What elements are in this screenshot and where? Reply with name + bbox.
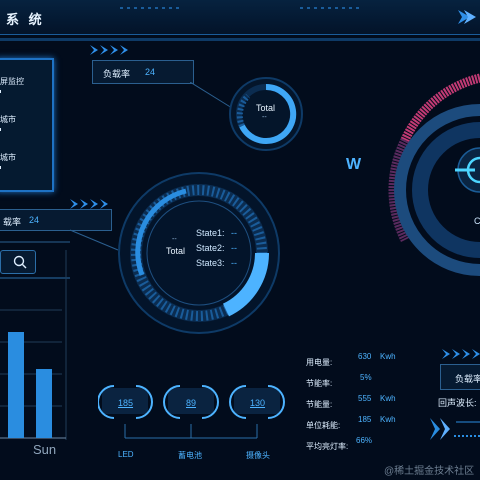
load-rate-label: 载率 [3,217,22,227]
led-gauge-label: LED [118,450,134,459]
chevron-decoration-icon [70,199,108,209]
forward-chevrons-icon [430,418,480,440]
stat-row: 节能率: 5% [306,373,436,394]
state-value: -- [231,258,238,268]
stat-row: 单位耗能: 185 Kwh [306,415,436,436]
stat-label: 节能量: [306,400,333,409]
stat-row: 用电量: 630 Kwh [306,352,436,373]
state-label: State3: [196,258,225,268]
stat-unit: Kwh [380,352,396,361]
load-rate-label: 负载率 [103,69,131,79]
stat-label: 用电量: [306,358,333,367]
watermark: @稀土掘金技术社区 [384,466,475,477]
chevron-decoration-icon [90,45,128,55]
state-label: State2: [196,243,225,253]
w-logo-icon: W [346,156,362,173]
stat-row: 节能量: 555 Kwh [306,394,436,415]
battery-gauge-value: 89 [186,398,197,408]
state-value: -- [231,243,238,253]
load-rate-box: 负载率 24 [92,60,194,84]
stat-label: 平均亮灯率: [306,442,349,451]
forward-arrow-icon[interactable] [456,8,478,26]
load-rate-label: 负载率 [455,374,480,384]
page-title: 系 统 [6,12,45,27]
stat-value: 630 [358,352,372,361]
bar-mark [36,369,52,438]
left-panel-item[interactable]: 城市 [0,152,16,163]
stat-value: 185 [358,415,372,424]
big-gauge-label: Total [166,246,186,256]
stat-value: 5% [360,373,372,382]
stat-unit: Kwh [380,394,396,403]
left-monitor-panel: 屏监控 城市 城市 [0,58,54,192]
bar-chart: Sun [0,250,68,457]
load-rate-value: 24 [29,215,40,225]
device-gauges-frame [98,385,285,439]
load-rate-value: 24 [145,67,156,77]
stats-list: 用电量: 630 Kwh 节能率: 5% 节能量: 555 Kwh 单位耗能: … [306,352,436,457]
stat-value: 555 [358,394,372,403]
ring-label: C [474,216,480,226]
load-rate-box: 负载率 [440,364,480,390]
state-list: State1: -- State2: -- State3: -- [196,228,237,273]
x-tick-label: Sun [33,442,57,457]
left-panel-item[interactable]: 屏监控 [0,76,24,87]
header-dash-decoration [120,7,360,9]
stat-unit: Kwh [380,415,396,424]
bar-mark [8,331,24,438]
battery-gauge-label: 蓄电池 [178,451,202,460]
stat-value: 66% [356,436,373,445]
state-value: -- [231,228,238,238]
stat-label: 单位耗能: [306,421,341,430]
small-gauge-value: -- [262,114,267,121]
led-gauge-value: 185 [118,398,134,408]
stat-label: 节能率: [306,379,333,388]
stat-row: 平均亮灯率: 66% [306,436,436,457]
small-gauge-label: Total [256,103,276,113]
state-label: State1: [196,228,225,238]
camera-gauge-value: 130 [250,398,266,408]
top-divider [0,38,480,41]
camera-gauge-label: 摄像头 [246,451,270,460]
dot-icon [0,166,1,169]
dot-icon [0,128,1,131]
dot-icon [0,90,1,93]
connector-line [0,229,119,251]
echo-wavelength-label: 回声波长: [438,398,477,408]
left-panel-item[interactable]: 城市 [0,114,16,125]
chevron-decoration-icon [442,349,480,359]
big-gauge-value: -- [172,236,177,243]
right-ring-gauge [388,73,480,276]
